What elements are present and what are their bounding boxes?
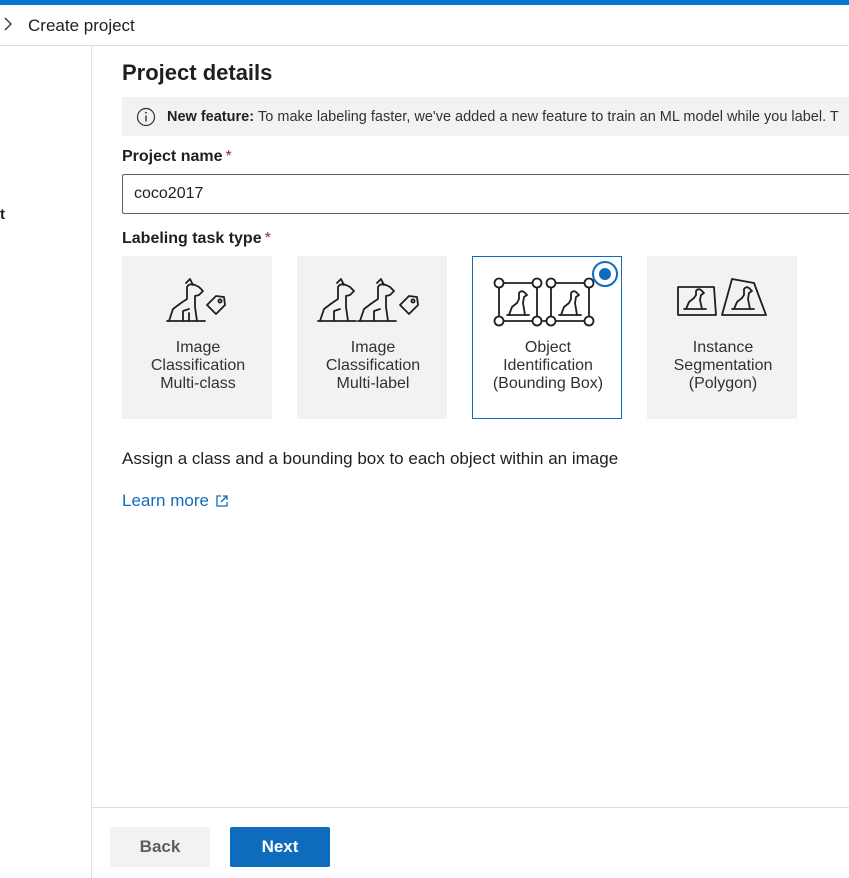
step-label-truncated[interactable]: t [0, 206, 5, 223]
banner-label: New feature: [167, 108, 255, 125]
chevron-right-icon[interactable] [3, 17, 13, 31]
info-icon [136, 107, 156, 126]
breadcrumb-header: Create project [0, 5, 849, 46]
task-type-description: Assign a class and a bounding box to eac… [122, 449, 619, 468]
info-banner: New feature: To make labeling faster, we… [122, 97, 849, 136]
learn-more-link[interactable]: Learn more [122, 491, 229, 511]
task-option-label: Object Identification (Bounding Box) [492, 339, 604, 392]
task-option-label: Image Classification Multi-class [150, 339, 246, 392]
project-name-input[interactable]: coco2017 [122, 174, 849, 214]
project-name-label: Project name * [122, 148, 232, 166]
task-option-image-classification-multi-label[interactable]: Image Classification Multi-label [297, 256, 447, 419]
polygon-icon [677, 278, 767, 316]
task-option-label: Image Classification Multi-label [325, 339, 421, 392]
task-option-object-identification[interactable]: Object Identification (Bounding Box) [472, 256, 622, 419]
banner-message: To make labeling faster, we've added a n… [258, 108, 839, 125]
dogs-tag-icon [317, 278, 419, 322]
task-type-label: Labeling task type * [122, 230, 271, 248]
footer-divider [92, 807, 849, 808]
page-title: Create project [28, 16, 135, 35]
wizard-steps-panel: t [0, 46, 92, 878]
back-button[interactable]: Back [110, 827, 210, 867]
task-type-label-text: Labeling task type [122, 230, 262, 247]
task-option-instance-segmentation[interactable]: Instance Segmentation (Polygon) [647, 256, 797, 419]
learn-more-label[interactable]: Learn more [122, 491, 209, 511]
selected-radio-indicator[interactable] [592, 261, 618, 287]
task-option-label: Instance Segmentation (Polygon) [673, 339, 773, 392]
required-mark: * [225, 148, 232, 165]
main-content: Project details New feature: To make lab… [92, 46, 849, 878]
required-mark: * [264, 230, 271, 247]
external-link-icon[interactable] [215, 494, 229, 508]
section-heading: Project details [122, 60, 273, 85]
dog-tag-icon [166, 278, 226, 322]
task-option-image-classification-multi-class[interactable]: Image Classification Multi-class [122, 256, 272, 419]
next-button[interactable]: Next [230, 827, 330, 867]
project-name-label-text: Project name [122, 148, 223, 165]
